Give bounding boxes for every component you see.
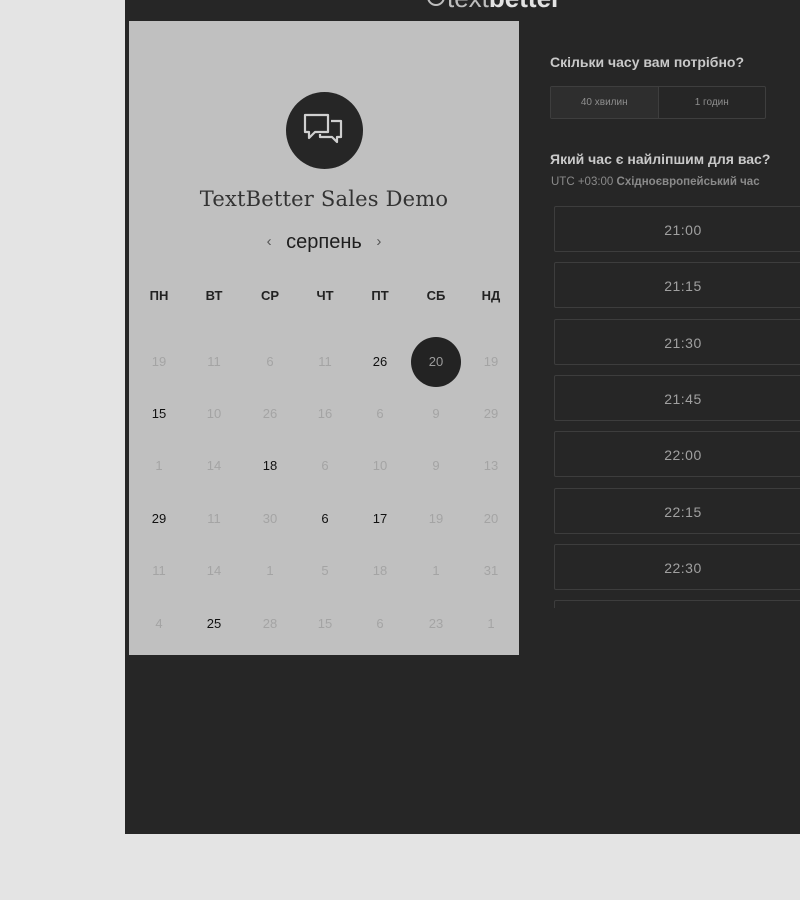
logo-icon [427, 0, 445, 6]
duration-option-1h[interactable]: 1 годин [659, 87, 766, 118]
calendar-day: 10 [206, 406, 222, 421]
logo-text-light: text [447, 0, 489, 10]
calendar-day: 30 [262, 511, 278, 526]
calendar-day[interactable]: 6 [300, 507, 350, 531]
duration-option-40min[interactable]: 40 хвилин [551, 87, 659, 118]
calendar-day[interactable]: 25 [189, 612, 239, 636]
top-bar: textbetter [125, 0, 800, 20]
calendar-day: 10 [372, 458, 388, 473]
duration-question: Скільки часу вам потрібно? [550, 54, 745, 70]
calendar-day: 29 [483, 406, 499, 421]
calendar-day: 1 [432, 563, 440, 578]
calendar-day: 11 [152, 563, 166, 578]
event-panel: TextBetter Sales Demo ‹ серпень › ПН ВТ СР ЧТ… [129, 21, 519, 655]
calendar-day: 6 [376, 616, 384, 631]
calendar-day: 31 [483, 563, 499, 578]
duration-toggle: 40 хвилин 1 годин [550, 86, 766, 119]
calendar-day: 5 [321, 563, 329, 578]
time-slot[interactable]: 22:00 [554, 431, 800, 478]
calendar-day[interactable]: 17 [355, 507, 405, 531]
calendar-day: 14 [206, 563, 222, 578]
time-slot[interactable]: 21:45 [554, 374, 800, 421]
calendar-day: 11 [207, 354, 221, 369]
calendar-day: 18 [372, 563, 388, 578]
calendar-day: 28 [262, 616, 278, 631]
textbetter-logo[interactable]: textbetter [425, 0, 561, 10]
calendar-day: 16 [317, 406, 333, 421]
calendar-day: 1 [155, 458, 163, 473]
time-slot[interactable]: 21:30 [554, 318, 800, 365]
footer-area [125, 655, 800, 834]
calendar-day: 1 [487, 616, 495, 631]
calendar-day[interactable]: 26 [355, 350, 405, 374]
calendar-day: 14 [206, 458, 222, 473]
calendar-day: 9 [432, 458, 440, 473]
calendar-day: 23 [428, 616, 444, 631]
calendar-day: 1 [266, 563, 274, 578]
timezone-label[interactable]: UTC +03:00 Східноєвропейський час [551, 176, 760, 188]
booking-app: textbetter TextBetter Sales Demo ‹серпен… [125, 0, 800, 834]
time-question: Який час є найліпшим для вас? [550, 151, 771, 167]
timezone-offset: UTC +03:00 [551, 176, 614, 188]
calendar-day: 6 [376, 406, 384, 421]
calendar-day: 26 [262, 406, 278, 421]
calendar-day: 6 [266, 354, 274, 369]
time-slot-list[interactable]: 21:00 21:15 21:30 21:45 22:00 22:15 22:30 [554, 206, 800, 608]
calendar-day: 11 [318, 354, 332, 369]
timezone-name: Східноєвропейський час [616, 176, 760, 188]
calendar-day: 19 [428, 511, 444, 526]
calendar-day: 19 [483, 354, 499, 369]
calendar-day: 15 [317, 616, 333, 631]
time-slot[interactable]: 22:30 [554, 543, 800, 590]
calendar-day[interactable]: 15 [134, 402, 184, 426]
time-slot[interactable] [554, 600, 800, 608]
calendar-day-selected[interactable]: 20 [411, 337, 461, 387]
calendar-day: 4 [155, 616, 163, 631]
calendar-day: 11 [207, 511, 221, 526]
calendar-day: 6 [321, 458, 329, 473]
time-slot[interactable]: 21:00 [554, 206, 800, 252]
calendar-grid: 19 11 6 11 26 20 19 15 10 26 16 6 9 29 1 14 18 6 10 9 13 29 11… [129, 21, 519, 655]
calendar-day: 19 [151, 354, 167, 369]
time-picker-panel: Скільки часу вам потрібно? 40 хвилин 1 г… [519, 21, 800, 655]
calendar-day: 20 [483, 511, 499, 526]
calendar-day: 13 [483, 458, 499, 473]
logo-text-bold: better [489, 0, 561, 10]
time-slot[interactable]: 21:15 [554, 262, 800, 309]
calendar-day[interactable]: 18 [245, 454, 295, 478]
calendar-day: 9 [432, 406, 440, 421]
calendar-day[interactable]: 29 [134, 507, 184, 531]
time-slot[interactable]: 22:15 [554, 487, 800, 534]
